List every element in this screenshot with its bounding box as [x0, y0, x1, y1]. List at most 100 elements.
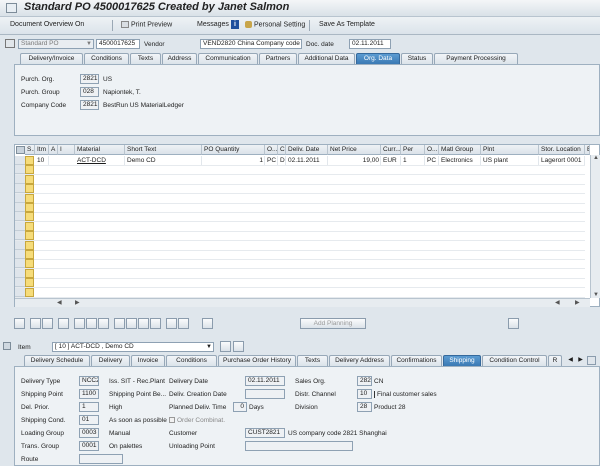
tab-communication[interactable]: Communication [198, 53, 258, 64]
export-icon[interactable] [202, 318, 213, 329]
scroll-up-icon[interactable]: ▲ [593, 155, 599, 161]
column-header-storage-location[interactable]: Stor. Location [539, 145, 585, 155]
tab-status[interactable]: Status [401, 53, 433, 64]
tab-more[interactable]: R [548, 355, 562, 366]
planned-deliv-time-field[interactable]: 0 [233, 402, 247, 412]
cell-order-price-unit[interactable]: PC [425, 156, 439, 165]
tab-condition-control[interactable]: Condition Control [482, 355, 547, 366]
division-field[interactable]: 28 [357, 402, 372, 412]
tab-org-data[interactable]: Org. Data [356, 53, 400, 64]
row-selector[interactable] [15, 212, 25, 222]
tab-item-texts[interactable]: Texts [297, 355, 328, 366]
info-icon[interactable]: i [231, 20, 239, 29]
column-header-delivery-date[interactable]: Deliv. Date [286, 145, 328, 155]
filter-icon[interactable] [138, 318, 149, 329]
delivery-type-field[interactable]: NCC2 [79, 376, 99, 386]
tab-scroll-right-icon[interactable]: ▶ [576, 356, 585, 365]
vertical-scrollbar[interactable]: ▲ ▼ [590, 155, 600, 298]
purch-group-field[interactable]: 028 [80, 87, 99, 97]
tab-texts[interactable]: Texts [130, 53, 161, 64]
save-as-template-button[interactable]: Save As Template [319, 21, 375, 28]
tab-delivery-invoice[interactable]: Delivery/Invoice [20, 53, 83, 64]
row-selector[interactable] [15, 287, 25, 297]
vendor-field[interactable]: VEND2820 China Company code ... [200, 39, 302, 49]
document-overview-button[interactable]: Document Overview On [10, 21, 84, 28]
scroll-right-icon[interactable]: ▶ [575, 299, 580, 306]
row-selector[interactable] [15, 184, 25, 194]
shipping-cond-field[interactable]: 01 [79, 415, 99, 425]
layout-icon[interactable] [166, 318, 177, 329]
document-type-field[interactable]: Standard PO ▼ [18, 39, 94, 49]
column-header-order-price-unit[interactable]: O... [425, 145, 439, 155]
column-header-plant[interactable]: Plnt [481, 145, 539, 155]
row-status-cell[interactable] [25, 174, 34, 184]
tab-confirmations[interactable]: Confirmations [391, 355, 442, 366]
row-selector[interactable] [15, 240, 25, 250]
next-item-icon[interactable] [233, 341, 244, 352]
row-status-cell[interactable] [25, 268, 34, 278]
customer-field[interactable]: CUST2821 [245, 428, 285, 438]
row-status-cell[interactable] [25, 278, 34, 288]
messages-button[interactable]: Messages [197, 21, 229, 28]
paste-icon[interactable] [86, 318, 97, 329]
horizontal-scrollbar[interactable]: ◀ ▶ ◀ ▶ [15, 298, 590, 307]
column-header-item[interactable]: Itm [35, 145, 49, 155]
tab-additional-data[interactable]: Additional Data [298, 53, 355, 64]
find-icon[interactable] [150, 318, 161, 329]
tab-shipping[interactable]: Shipping [443, 355, 481, 366]
row-selector[interactable] [15, 231, 25, 241]
tab-partners[interactable]: Partners [259, 53, 297, 64]
row-status-cell[interactable] [25, 193, 34, 203]
column-header-short-text[interactable]: Short Text [125, 145, 202, 155]
company-code-field[interactable]: 2821 [80, 100, 99, 110]
deliv-creation-date-field[interactable] [245, 389, 285, 399]
sort-descending-icon[interactable] [126, 318, 137, 329]
column-header-material[interactable]: Material [75, 145, 125, 155]
previous-item-icon[interactable] [220, 341, 231, 352]
tab-invoice[interactable]: Invoice [131, 355, 165, 366]
item-details-icon[interactable] [508, 318, 519, 329]
shipping-point-field[interactable]: 1100 [79, 389, 99, 399]
default-values-icon[interactable] [178, 318, 189, 329]
tab-purchase-order-history[interactable]: Purchase Order History [218, 355, 296, 366]
sort-ascending-icon[interactable] [114, 318, 125, 329]
row-selector[interactable] [15, 278, 25, 288]
unloading-point-field[interactable] [245, 441, 353, 451]
cell-currency[interactable]: EUR [381, 156, 401, 165]
scroll-left-icon[interactable]: ◀ [57, 299, 62, 306]
order-combinat-checkbox[interactable]: Order Combinat. [169, 417, 225, 424]
column-header-price-unit[interactable]: Per [401, 145, 425, 155]
row-status-cell[interactable] [25, 156, 34, 165]
scroll-right-icon[interactable]: ▶ [75, 299, 80, 306]
column-header-matl-group[interactable]: Matl Group [439, 145, 481, 155]
row-status-cell[interactable] [25, 240, 34, 250]
tab-delivery-address[interactable]: Delivery Address [329, 355, 390, 366]
row-selector[interactable] [15, 250, 25, 259]
row-status-cell[interactable] [25, 259, 34, 269]
row-status-cell[interactable] [25, 165, 34, 175]
item-selector-dropdown[interactable]: [ 10 ] ACT-DCD , Demo CD ▼ [52, 342, 214, 352]
tab-conditions[interactable]: Conditions [84, 53, 129, 64]
row-status-cell[interactable] [25, 250, 34, 259]
personal-setting-button[interactable]: Personal Setting [245, 21, 305, 28]
print-preview-button[interactable]: Print Preview [121, 21, 187, 28]
row-selector[interactable] [15, 165, 25, 175]
scroll-down-icon[interactable]: ▼ [593, 292, 599, 298]
undo-icon[interactable] [98, 318, 109, 329]
cell-po-quantity[interactable]: 1 [202, 156, 265, 165]
column-header-status[interactable]: S.. [25, 145, 35, 155]
row-status-cell[interactable] [25, 212, 34, 222]
column-header-order-unit[interactable]: O... [265, 145, 278, 155]
row-status-cell[interactable] [25, 203, 34, 212]
doc-date-field[interactable]: 02.11.2011 [349, 39, 391, 49]
collapse-icon[interactable] [3, 342, 11, 350]
column-header-batch[interactable]: B [585, 145, 590, 155]
table-row[interactable]: 10 ACT-DCD Demo CD 1 PC D 02.11.2011 19,… [15, 156, 590, 165]
tab-delivery[interactable]: Delivery [91, 355, 130, 366]
row-selector[interactable] [15, 259, 25, 269]
po-number-field[interactable]: 4500017625 [96, 39, 140, 49]
tab-scroll-left-icon[interactable]: ◀ [566, 356, 575, 365]
column-header-date-category[interactable]: C [278, 145, 286, 155]
cell-short-text[interactable]: Demo CD [125, 156, 202, 165]
cell-item[interactable]: 10 [35, 156, 49, 165]
